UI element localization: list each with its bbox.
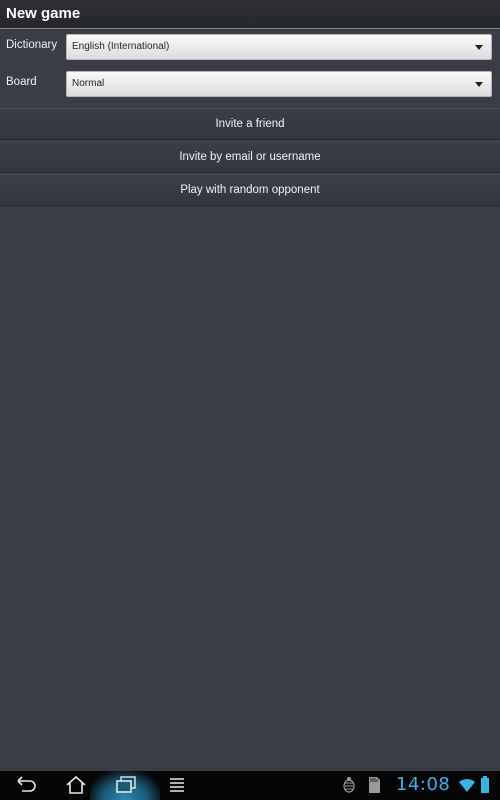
action-bar: New game	[0, 0, 500, 29]
invite-friend-button[interactable]: Invite a friend	[0, 108, 500, 140]
back-icon	[17, 776, 36, 792]
dictionary-select-value: English (International)	[72, 41, 170, 52]
debug-icon	[343, 777, 355, 793]
system-bar: 14:08	[0, 771, 500, 800]
home-button[interactable]	[56, 771, 96, 800]
board-row: Board Normal	[0, 71, 500, 99]
sd-card-icon	[369, 777, 380, 793]
back-button[interactable]	[6, 771, 46, 800]
recent-apps-button[interactable]	[106, 771, 146, 800]
wifi-icon	[459, 778, 475, 792]
home-icon	[66, 775, 86, 794]
battery-icon	[481, 776, 489, 793]
recent-apps-icon	[116, 776, 136, 793]
clock: 14:08	[396, 774, 451, 795]
board-select-value: Normal	[72, 78, 105, 89]
dictionary-select[interactable]: English (International)	[66, 34, 492, 60]
dictionary-row: Dictionary English (International)	[0, 34, 500, 62]
menu-button[interactable]	[157, 771, 197, 800]
page-title: New game	[6, 5, 81, 22]
dropdown-arrow-icon	[475, 82, 483, 87]
board-label: Board	[6, 76, 37, 88]
board-select[interactable]: Normal	[66, 71, 492, 97]
random-opponent-button[interactable]: Play with random opponent	[0, 174, 500, 206]
invite-email-button[interactable]: Invite by email or username	[0, 141, 500, 173]
dropdown-arrow-icon	[475, 45, 483, 50]
menu-icon	[170, 778, 184, 792]
dictionary-label: Dictionary	[6, 39, 58, 51]
